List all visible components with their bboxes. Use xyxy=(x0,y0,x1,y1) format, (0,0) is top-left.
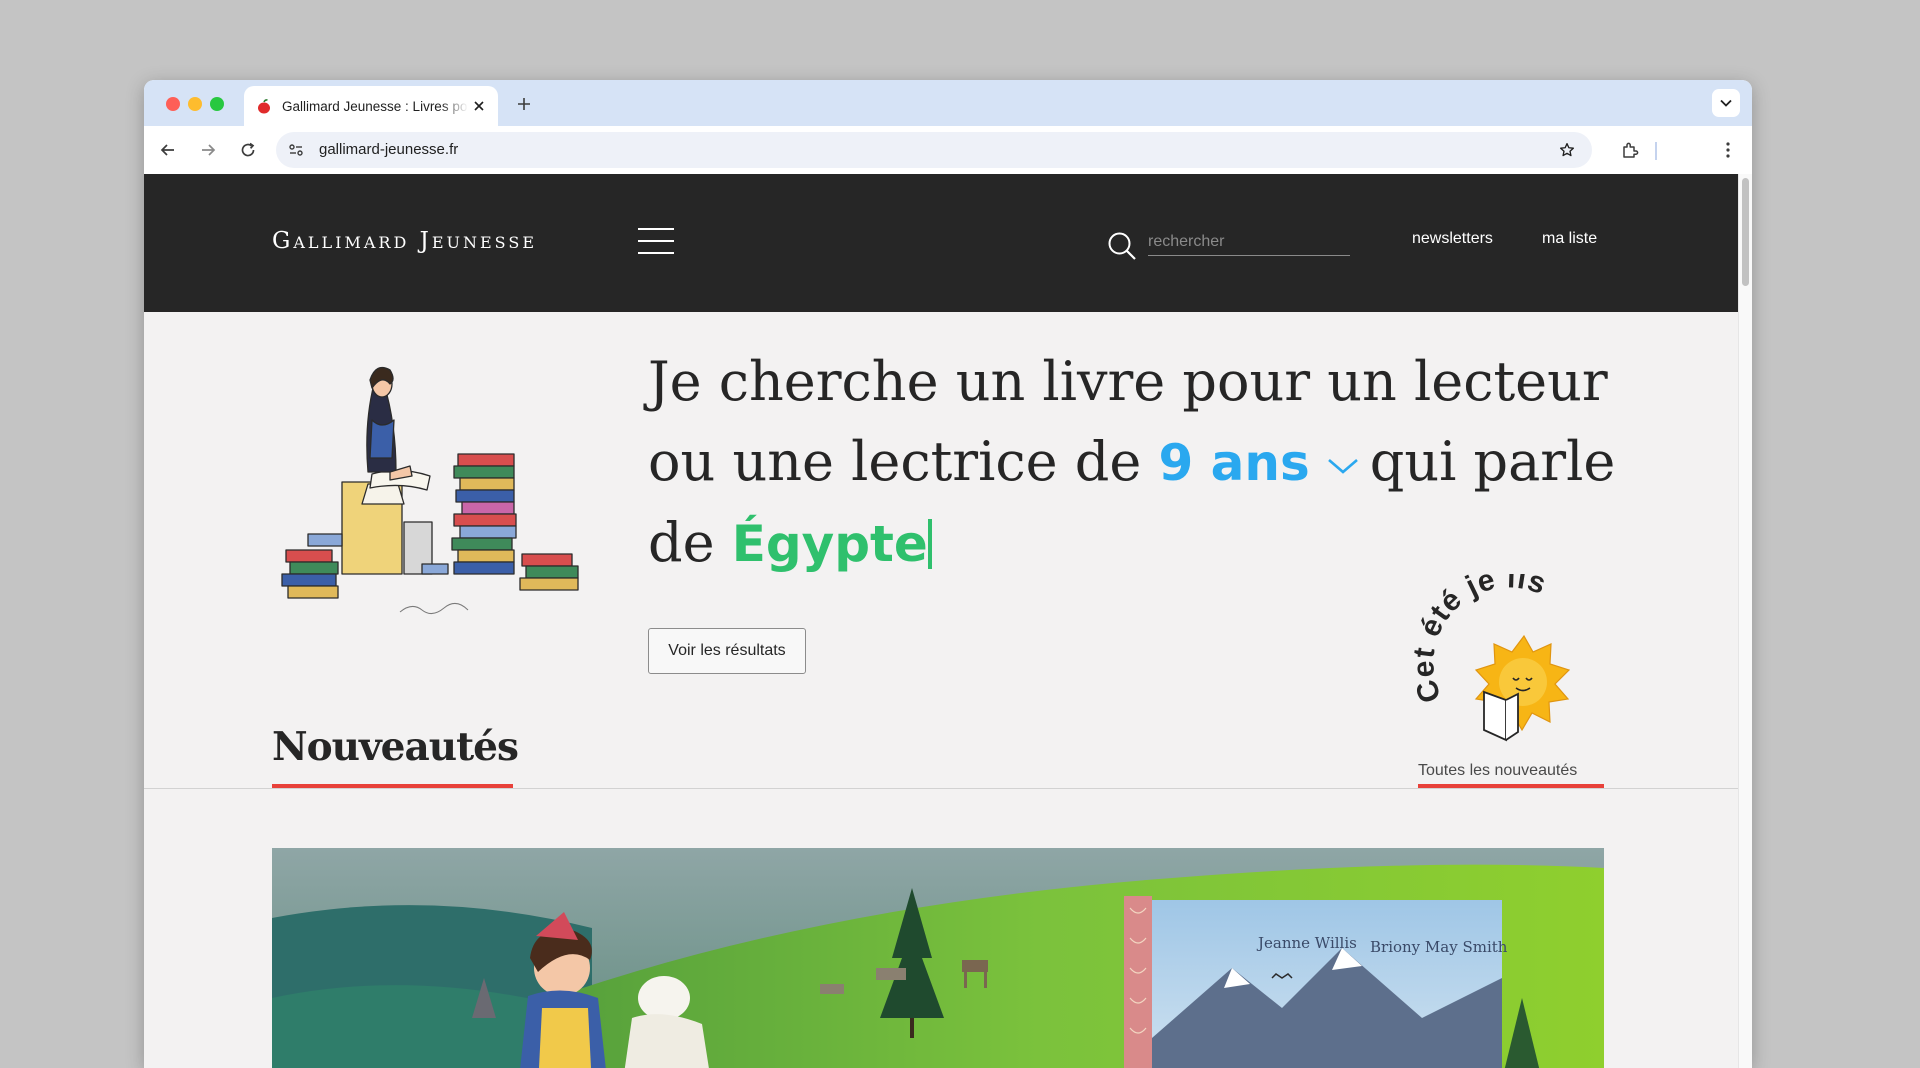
signature-mark xyxy=(399,603,469,614)
banner-illustration xyxy=(272,848,1604,1068)
search-input[interactable] xyxy=(1148,228,1350,256)
see-results-button[interactable]: Voir les résultats xyxy=(648,628,806,674)
featured-book-banner[interactable]: Jeanne Willis Briony May Smith xyxy=(272,848,1604,1068)
reload-icon xyxy=(241,142,255,157)
puzzle-icon xyxy=(1623,142,1639,158)
sentence-line-3-prefix: de xyxy=(648,511,715,574)
page-viewport: Gallimard Jeunesse newsletters ma liste xyxy=(144,174,1752,1068)
section-divider xyxy=(144,788,1738,789)
summer-reading-badge[interactable]: Cet été je lis xyxy=(1414,574,1598,754)
reload-button[interactable] xyxy=(234,136,262,164)
new-tab-button[interactable] xyxy=(512,92,536,116)
sentence-line-1: Je cherche un livre pour un lecteur xyxy=(648,350,1608,413)
site-logo[interactable]: Gallimard Jeunesse xyxy=(272,228,537,254)
maximize-window-button[interactable] xyxy=(210,97,224,111)
search-sentence: Je cherche un livre pour un lecteur ou u… xyxy=(648,342,1648,584)
kebab-menu-icon xyxy=(1726,142,1730,158)
sun-reading-icon xyxy=(1474,634,1571,742)
toolbar-divider xyxy=(1655,142,1657,160)
book-author-1: Jeanne Willis xyxy=(1258,934,1357,952)
page-scrollbar[interactable] xyxy=(1738,174,1752,1068)
close-window-button[interactable] xyxy=(166,97,180,111)
newsletters-link[interactable]: newsletters xyxy=(1412,230,1493,248)
search-icon[interactable] xyxy=(1107,231,1137,261)
topic-input[interactable]: Égypte xyxy=(732,515,928,573)
chevron-down-icon xyxy=(1720,99,1732,107)
hamburger-menu-icon[interactable] xyxy=(638,228,674,254)
plus-icon xyxy=(518,98,530,110)
browser-menu-button[interactable] xyxy=(1714,136,1742,164)
minimize-window-button[interactable] xyxy=(188,97,202,111)
bookmark-star-icon[interactable] xyxy=(1556,139,1578,161)
apple-icon xyxy=(256,98,272,114)
book-author-2: Briony May Smith xyxy=(1370,938,1508,956)
age-select[interactable]: 9 ans xyxy=(1158,434,1309,492)
address-bar[interactable]: gallimard-jeunesse.fr xyxy=(276,132,1592,168)
tab-strip: Gallimard Jeunesse : Livres pour la jeun… xyxy=(144,80,1752,126)
chevron-down-icon[interactable] xyxy=(1326,456,1360,476)
reading-girl-illustration xyxy=(281,366,579,614)
browser-window: Gallimard Jeunesse : Livres pour la jeun… xyxy=(144,80,1752,1068)
site-header: Gallimard Jeunesse newsletters ma liste xyxy=(144,174,1738,312)
sentence-line-3: de Égypte xyxy=(648,503,1648,584)
arrow-left-icon xyxy=(160,144,174,156)
sentence-line-2-prefix: ou une lectrice de xyxy=(648,430,1142,493)
arrow-right-icon xyxy=(202,144,216,156)
close-icon[interactable] xyxy=(470,97,488,115)
tab-active[interactable]: Gallimard Jeunesse : Livres pour la jeun… xyxy=(244,86,498,126)
section-title: Nouveautés xyxy=(272,724,519,770)
url-text: gallimard-jeunesse.fr xyxy=(319,141,459,158)
sentence-line-2: ou une lectrice de 9 ans qui parle xyxy=(648,422,1648,503)
extensions-button[interactable] xyxy=(1616,136,1644,164)
tab-list-button[interactable] xyxy=(1712,89,1740,117)
text-caret xyxy=(927,519,932,569)
site-info-icon[interactable] xyxy=(286,140,306,160)
browser-toolbar: gallimard-jeunesse.fr xyxy=(144,126,1752,174)
all-new-releases-link[interactable]: Toutes les nouveautés xyxy=(1418,762,1577,780)
scrollbar-thumb[interactable] xyxy=(1742,178,1749,286)
my-list-link[interactable]: ma liste xyxy=(1542,230,1597,248)
tab-title: Gallimard Jeunesse : Livres pour la jeun… xyxy=(282,98,468,114)
back-button[interactable] xyxy=(154,136,182,164)
sentence-line-2-suffix: qui parle xyxy=(1369,430,1616,493)
forward-button[interactable] xyxy=(194,136,222,164)
